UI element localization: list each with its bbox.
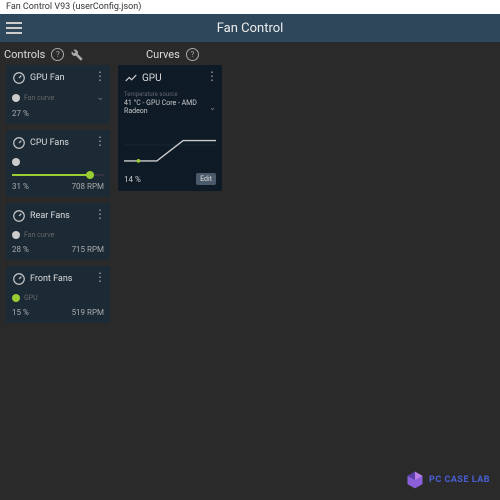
watermark-text: PC CASE LAB [429, 475, 490, 485]
gauge-icon [12, 209, 26, 223]
control-header: CPU Fans ⋮ [12, 136, 104, 150]
source-row[interactable]: GPU [12, 294, 104, 302]
control-card[interactable]: Rear Fans ⋮ Fan curve 28 % 715 RPM [6, 203, 110, 260]
wrench-icon[interactable] [70, 48, 83, 61]
controls-label: Controls [4, 48, 45, 61]
control-name: Front Fans [30, 274, 72, 284]
section-headers: Controls ? Curves ? [0, 42, 500, 65]
curves-label: Curves [146, 48, 180, 61]
temp-source-dropdown[interactable]: 41 °C - GPU Core - AMD Radeon ⌄ [124, 99, 216, 115]
temp-source-value: 41 °C - GPU Core - AMD Radeon [124, 99, 207, 115]
curve-header: GPU ⋮ [124, 71, 216, 85]
rpm-value: 708 RPM [72, 182, 104, 191]
kebab-icon[interactable]: ⋮ [94, 272, 106, 282]
status-dot [12, 94, 20, 102]
fan-slider[interactable] [12, 174, 104, 176]
gauge-icon [12, 71, 26, 85]
temp-source-label: Temperature source [124, 91, 216, 98]
control-header: GPU Fan ⋮ [12, 71, 104, 85]
window-title: Fan Control V93 (userConfig.json) [6, 2, 141, 12]
cube-icon [405, 470, 425, 490]
curve-card-gpu[interactable]: GPU ⋮ Temperature source 41 °C - GPU Cor… [118, 65, 222, 191]
percent-value: 31 % [12, 182, 29, 191]
control-card[interactable]: Front Fans ⋮ GPU 15 % 519 RPM [6, 266, 110, 323]
kebab-icon[interactable]: ⋮ [206, 71, 218, 81]
gauge-icon [12, 272, 26, 286]
gauge-icon [12, 136, 26, 150]
stats-row: 31 % 708 RPM [12, 182, 104, 191]
curve-bottom: 14 % Edit [124, 173, 216, 185]
kebab-icon[interactable]: ⋮ [94, 71, 106, 81]
window-titlebar: Fan Control V93 (userConfig.json) [0, 0, 500, 14]
chevron-down-icon: ⌄ [209, 103, 216, 112]
control-card[interactable]: GPU Fan ⋮ Fan curve ⌄ 27 % [6, 65, 110, 124]
percent-value: 27 % [12, 109, 29, 118]
help-icon[interactable]: ? [51, 48, 64, 61]
control-name: CPU Fans [30, 138, 69, 148]
app-title: Fan Control [217, 21, 284, 36]
controls-column: GPU Fan ⋮ Fan curve ⌄ 27 % CPU Fans ⋮ [6, 65, 110, 323]
source-row[interactable]: Fan curve [12, 231, 104, 239]
percent-value: 15 % [12, 308, 29, 317]
rpm-value: 715 RPM [72, 245, 104, 254]
control-card[interactable]: CPU Fans ⋮ 31 % 708 RPM [6, 130, 110, 197]
curves-column: GPU ⋮ Temperature source 41 °C - GPU Cor… [118, 65, 222, 323]
kebab-icon[interactable]: ⋮ [94, 136, 106, 146]
curves-header: Curves ? [146, 48, 199, 61]
status-dot [12, 231, 20, 239]
source-label: GPU [24, 294, 104, 302]
curve-name: GPU [142, 73, 162, 84]
stats-row: 15 % 519 RPM [12, 308, 104, 317]
source-label: Fan curve [24, 231, 104, 239]
status-dot [12, 294, 20, 302]
stats-row: 28 % 715 RPM [12, 245, 104, 254]
controls-header: Controls ? [4, 48, 134, 61]
control-name: Rear Fans [30, 211, 70, 221]
kebab-icon[interactable]: ⋮ [94, 209, 106, 219]
control-name: GPU Fan [30, 73, 65, 83]
chart-icon [124, 71, 138, 85]
edit-button[interactable]: Edit [196, 173, 216, 185]
curve-percent: 14 % [124, 175, 141, 184]
help-icon[interactable]: ? [186, 48, 199, 61]
percent-value: 28 % [12, 245, 29, 254]
control-header: Front Fans ⋮ [12, 272, 104, 286]
stats-row: 27 % [12, 109, 104, 118]
menu-icon[interactable] [0, 16, 28, 40]
watermark: PC CASE LAB [405, 470, 490, 490]
source-label: Fan curve [24, 94, 92, 102]
source-row[interactable] [12, 158, 104, 166]
chevron-down-icon[interactable]: ⌄ [96, 93, 104, 103]
content-area: GPU Fan ⋮ Fan curve ⌄ 27 % CPU Fans ⋮ [0, 65, 500, 323]
control-header: Rear Fans ⋮ [12, 209, 104, 223]
topbar: Fan Control [0, 14, 500, 42]
status-dot [12, 158, 20, 166]
curve-graph[interactable] [124, 121, 216, 169]
rpm-value: 519 RPM [72, 308, 104, 317]
source-row[interactable]: Fan curve ⌄ [12, 93, 104, 103]
